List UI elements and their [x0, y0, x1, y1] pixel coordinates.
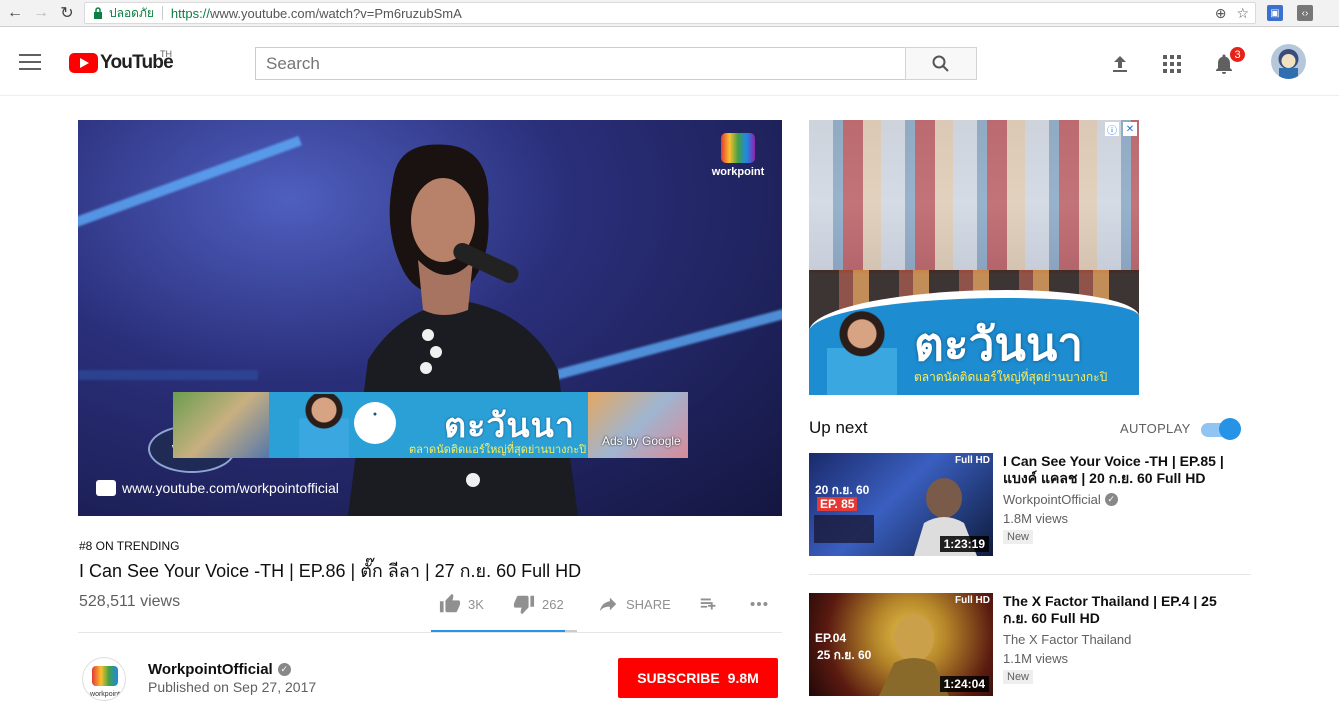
subscriber-count: 9.8M	[727, 670, 759, 686]
avatar-image-icon	[1278, 49, 1299, 79]
ad-photo	[173, 392, 269, 458]
ad-tagline: ตลาดนัดติดแอร์ใหญ่ที่สุดย่านบางกะปิ	[914, 370, 1108, 384]
up-next-heading: Up next	[809, 418, 868, 437]
video-thumbnail[interactable]: Full HD 20 ก.ย. 60 EP. 85 1:23:19	[809, 453, 993, 556]
bookmark-star-icon[interactable]: ☆	[1236, 5, 1249, 22]
country-code: TH	[160, 49, 172, 59]
autoplay-label: AUTOPLAY	[1120, 421, 1191, 436]
workpoint-logo: workpoint	[710, 133, 766, 181]
divider	[809, 574, 1251, 575]
url-path: /watch?v=Pm6ruzubSmA	[315, 5, 462, 21]
video-duration: 1:24:04	[939, 676, 989, 692]
url-host: www.youtube.com	[209, 5, 316, 21]
video-views: 1.1M views	[1003, 651, 1069, 666]
ad-shop-photo: Ads by Google	[588, 392, 688, 458]
ad-brand-area: ● ตะวันนา ตลาดนัดติดแอร์ใหญ่ที่สุดย่านบา…	[269, 392, 588, 458]
notification-badge: 3	[1228, 45, 1247, 64]
verified-check-icon: ✓	[277, 663, 291, 676]
masthead: YouTube TH	[0, 28, 1339, 96]
video-title: I Can See Your Voice -TH | EP.86 | ตั๊ก …	[79, 561, 582, 581]
video-views: 1.8M views	[1003, 511, 1069, 526]
channel-watermark[interactable]: www.youtube.com/workpointofficial	[96, 480, 339, 496]
workpoint-avatar-icon: workpoint	[89, 666, 120, 698]
url-scheme: https://	[170, 5, 210, 21]
apps-grid-icon[interactable]	[1160, 52, 1184, 76]
watermark-url: www.youtube.com/workpointofficial	[122, 480, 339, 496]
ad-info-icon[interactable]: ⓘ	[1105, 122, 1119, 137]
extension-icon[interactable]: ▣	[1267, 5, 1283, 21]
subscribe-label: SUBSCRIBE	[637, 670, 720, 686]
address-bar[interactable]: ปลอดภัย https:// www.youtube.com /watch?…	[84, 2, 1256, 24]
recommended-video[interactable]: Full HD EP.04 25 ก.ย. 60 1:24:04 The X F…	[809, 593, 1249, 697]
video-channel[interactable]: The X Factor Thailand	[1003, 632, 1131, 647]
share-icon	[599, 597, 617, 612]
verified-check-icon: ✓	[1104, 493, 1118, 506]
svg-text:workpoint: workpoint	[89, 691, 120, 698]
video-thumbnail[interactable]: Full HD EP.04 25 ก.ย. 60 1:24:04	[809, 593, 993, 696]
thumbs-up-icon	[439, 593, 461, 613]
channel-name[interactable]: WorkpointOfficial ✓	[148, 661, 291, 678]
video-channel-text: The X Factor Thailand	[1003, 632, 1132, 647]
ad-model-image	[827, 310, 897, 395]
autoplay-toggle[interactable]	[1201, 418, 1241, 440]
youtube-logo[interactable]: YouTube TH	[69, 49, 174, 74]
view-count: 528,511 views	[79, 593, 181, 610]
share-label: SHARE	[626, 596, 671, 612]
sidebar-ad[interactable]: ตะวันนา ตลาดนัดติดแอร์ใหญ่ที่สุดย่านบางก…	[809, 120, 1139, 395]
search-input[interactable]	[255, 47, 906, 80]
share-button[interactable]: SHARE	[597, 592, 671, 616]
more-horizontal-icon	[750, 601, 768, 607]
video-duration: 1:23:19	[939, 536, 989, 552]
browser-toolbar: ← → ↻ ปลอดภัย https:// www.youtube.com /…	[0, 0, 1339, 27]
more-actions-button[interactable]	[748, 592, 770, 616]
thumbs-down-icon	[513, 595, 535, 615]
account-avatar[interactable]	[1271, 44, 1306, 79]
workpoint-logo-text: workpoint	[711, 166, 765, 178]
search-icon	[932, 55, 949, 72]
workpoint-mini-icon	[96, 480, 116, 496]
ads-by-google: Ads by Google	[602, 434, 681, 448]
video-channel-text: WorkpointOfficial	[1003, 492, 1101, 507]
video-title[interactable]: I Can See Your Voice -TH | EP.85 | แบงค์…	[1003, 453, 1233, 487]
recommended-video[interactable]: Full HD 20 ก.ย. 60 EP. 85 1:23:19 I Can …	[809, 453, 1249, 557]
forward-arrow-icon[interactable]: →	[30, 2, 52, 24]
video-title[interactable]: The X Factor Thailand | EP.4 | 25 ก.ย. 6…	[1003, 593, 1233, 627]
like-button[interactable]: 3K	[439, 592, 484, 616]
extension-code-icon[interactable]: ‹›	[1297, 5, 1313, 21]
dislike-count: 262	[542, 596, 564, 612]
back-arrow-icon[interactable]: ←	[4, 2, 26, 24]
lock-icon	[94, 7, 102, 19]
publish-date: Published on Sep 27, 2017	[148, 679, 317, 695]
zoom-icon[interactable]: ⊕	[1215, 5, 1227, 22]
trending-badge[interactable]: #8 ON TRENDING	[79, 539, 179, 553]
divider	[78, 632, 782, 633]
add-to-playlist-button[interactable]	[698, 592, 720, 616]
upload-icon[interactable]	[1108, 52, 1132, 76]
new-badge: New	[1003, 530, 1034, 544]
channel-name-text: WorkpointOfficial	[148, 661, 273, 678]
overlay-ad-banner[interactable]: ● ตะวันนา ตลาดนัดติดแอร์ใหญ่ที่สุดย่านบา…	[173, 392, 688, 458]
secure-label: ปลอดภัย	[109, 5, 154, 20]
ad-model-image	[299, 394, 349, 458]
like-count: 3K	[468, 596, 484, 612]
video-channel[interactable]: WorkpointOfficial ✓	[1003, 492, 1118, 507]
ad-close-icon[interactable]: ✕	[1123, 122, 1137, 136]
ad-clothes-image	[809, 120, 1139, 270]
reload-icon[interactable]: ↻	[56, 2, 78, 24]
ad-tagline: ตลาดนัดติดแอร์ใหญ่ที่สุดย่านบางกะปิ	[409, 444, 587, 456]
subscribe-button[interactable]: SUBSCRIBE 9.8M	[618, 658, 778, 698]
new-badge: New	[1003, 670, 1034, 684]
dislike-button[interactable]: 262	[513, 592, 564, 616]
ad-chip-icon: ●	[354, 402, 396, 444]
play-logo-icon	[69, 53, 98, 73]
playlist-add-icon	[700, 598, 716, 610]
search-button[interactable]	[905, 47, 977, 80]
channel-avatar[interactable]: workpoint	[82, 657, 126, 701]
menu-icon[interactable]	[19, 54, 41, 75]
